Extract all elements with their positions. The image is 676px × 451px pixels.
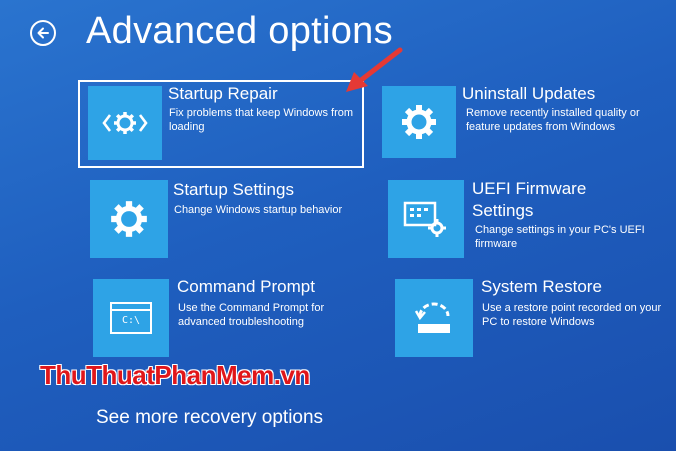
back-arrow-icon: [37, 27, 49, 39]
system-restore-desc: Use a restore point recorded on your PC …: [482, 302, 662, 328]
uninstall-updates-tile[interactable]: Uninstall Updates Remove recently instal…: [382, 84, 652, 160]
uninstall-updates-title: Uninstall Updates: [462, 84, 596, 103]
uefi-firmware-title: UEFI Firmware Settings: [472, 179, 587, 220]
back-button[interactable]: [30, 20, 56, 46]
prompt-text: C:\: [121, 315, 141, 326]
startup-settings-icon-box: [90, 180, 168, 258]
system-restore-title: System Restore: [481, 277, 602, 296]
gear-icon: [402, 105, 436, 139]
gear-icon: [111, 201, 147, 237]
watermark-part1: ThuThuat: [40, 360, 155, 390]
uefi-firmware-icon-box: [388, 180, 464, 258]
command-prompt-icon: C:\: [110, 302, 152, 334]
command-prompt-tile[interactable]: C:\ Command Prompt Use the Command Promp…: [93, 277, 363, 357]
watermark-part2: PhanMem: [154, 360, 274, 390]
selection-highlight: [78, 80, 364, 168]
watermark-part3: .vn: [273, 360, 311, 390]
system-restore-tile[interactable]: System Restore Use a restore point recor…: [395, 277, 665, 357]
firmware-chip-icon: [403, 201, 446, 237]
system-restore-icon-box: [395, 279, 473, 357]
restore-icon: [414, 302, 450, 333]
watermark: ThuThuatPhanMem.vn: [40, 360, 310, 391]
command-prompt-icon-box: C:\: [93, 279, 169, 357]
command-prompt-title: Command Prompt: [177, 277, 315, 296]
uefi-firmware-tile[interactable]: UEFI Firmware Settings Change settings i…: [388, 179, 668, 258]
command-prompt-desc: Use the Command Prompt for advanced trou…: [178, 302, 325, 328]
annotation-arrow-icon: [346, 47, 403, 92]
startup-settings-title: Startup Settings: [173, 180, 294, 199]
uefi-firmware-desc: Change settings in your PC's UEFI firmwa…: [475, 224, 645, 250]
see-more-recovery-link[interactable]: See more recovery options: [96, 407, 323, 429]
startup-settings-desc: Change Windows startup behavior: [174, 204, 343, 216]
startup-settings-tile[interactable]: Startup Settings Change Windows startup …: [90, 180, 360, 258]
uninstall-updates-desc: Remove recently installed quality or fea…: [466, 107, 640, 133]
